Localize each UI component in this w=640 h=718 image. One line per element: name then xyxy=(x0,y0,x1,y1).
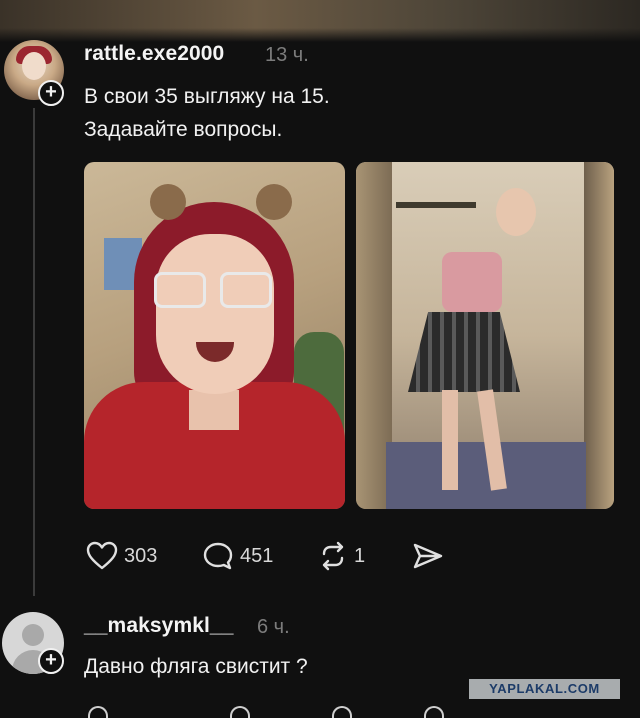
send-icon xyxy=(412,541,444,571)
comment-button[interactable]: 451 xyxy=(202,541,273,571)
post-photo-2[interactable] xyxy=(356,162,614,509)
ear-left xyxy=(150,184,186,220)
comment-bubble-icon xyxy=(202,541,234,571)
comment-count: 451 xyxy=(240,544,274,567)
follow-plus-icon[interactable]: + xyxy=(38,648,64,674)
person-top xyxy=(442,252,502,312)
comment-bubble-icon[interactable] xyxy=(230,706,250,718)
glasses-left xyxy=(154,272,206,308)
leg-left xyxy=(442,390,458,490)
watermark: YAPLAKAL.COM xyxy=(469,679,620,699)
shelf xyxy=(396,202,476,208)
heart-icon[interactable] xyxy=(88,706,108,718)
repost-icon[interactable] xyxy=(332,706,352,718)
thread-line xyxy=(33,108,35,596)
mirror-frame-right xyxy=(584,162,614,509)
post-text-line-1: В свои 35 выгляжу на 15. xyxy=(84,85,330,108)
reply-action-bar-partial xyxy=(0,706,640,718)
reply-username[interactable]: __maksymkl__ xyxy=(84,614,234,638)
top-image-strip xyxy=(0,0,640,42)
post-text-line-2: Задавайте вопросы. xyxy=(84,118,283,141)
ear-right xyxy=(256,184,292,220)
like-button[interactable]: 303 xyxy=(86,541,157,571)
default-avatar-head xyxy=(22,624,44,646)
post-time: 13 ч. xyxy=(265,44,309,66)
glasses-right xyxy=(220,272,272,308)
repost-count: 1 xyxy=(354,544,366,567)
reply-time: 6 ч. xyxy=(257,616,290,638)
share-button[interactable] xyxy=(412,541,444,571)
heart-icon xyxy=(86,541,118,571)
person-head xyxy=(496,188,536,236)
repost-button[interactable]: 1 xyxy=(318,541,365,571)
follow-plus-icon[interactable]: + xyxy=(38,80,64,106)
reply-text: Давно фляга свистит ? xyxy=(84,655,308,678)
post-username[interactable]: rattle.exe2000 xyxy=(84,42,224,66)
face xyxy=(156,234,274,394)
repost-icon xyxy=(318,541,348,571)
neck xyxy=(189,390,239,430)
plaid-skirt xyxy=(408,312,520,392)
avatar-face xyxy=(22,52,46,80)
post-photo-1[interactable] xyxy=(84,162,345,509)
like-count: 303 xyxy=(124,544,158,567)
send-icon[interactable] xyxy=(424,706,444,718)
